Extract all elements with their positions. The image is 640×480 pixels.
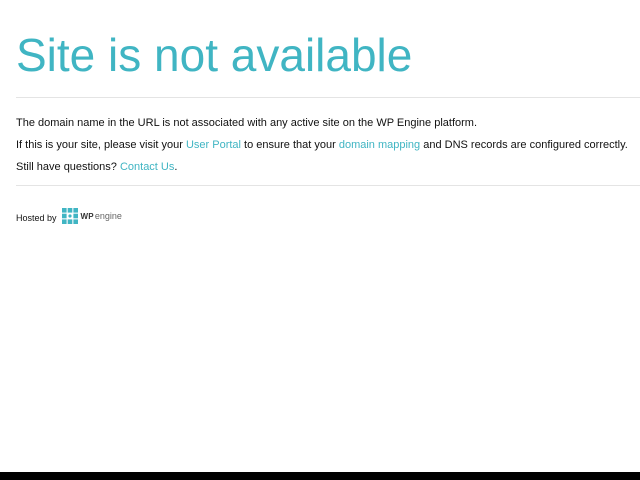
logo-engine-text: engine (94, 211, 122, 221)
instructions-text-after: and DNS records are configured correctly… (420, 139, 628, 151)
questions-paragraph: Still have questions? Contact Us. (16, 160, 177, 174)
page-title: Site is not available (16, 29, 413, 81)
instructions-paragraph: If this is your site, please visit your … (16, 138, 628, 152)
user-portal-link[interactable]: User Portal (186, 139, 241, 151)
divider-bottom (16, 185, 640, 186)
instructions-text-middle: to ensure that your (240, 139, 339, 151)
contact-us-link[interactable]: Contact Us (120, 161, 174, 173)
questions-text-after: . (174, 161, 178, 173)
info-text: The domain name in the URL is not associ… (16, 117, 478, 129)
info-paragraph: The domain name in the URL is not associ… (16, 116, 477, 130)
logo-wp-text: WP (80, 211, 94, 221)
hosted-by-label: Hosted by (16, 212, 57, 223)
divider-top (16, 97, 640, 98)
questions-text-before: Still have questions? (16, 161, 120, 173)
wp-engine-logo-link[interactable]: WP engine (61, 208, 122, 224)
hosted-by: Hosted by WP engine (16, 208, 122, 224)
domain-mapping-link[interactable]: domain mapping (339, 139, 420, 151)
instructions-text-before: If this is your site, please visit your (16, 139, 186, 151)
bottom-bar (0, 472, 640, 480)
wp-engine-logo-icon (61, 208, 78, 224)
